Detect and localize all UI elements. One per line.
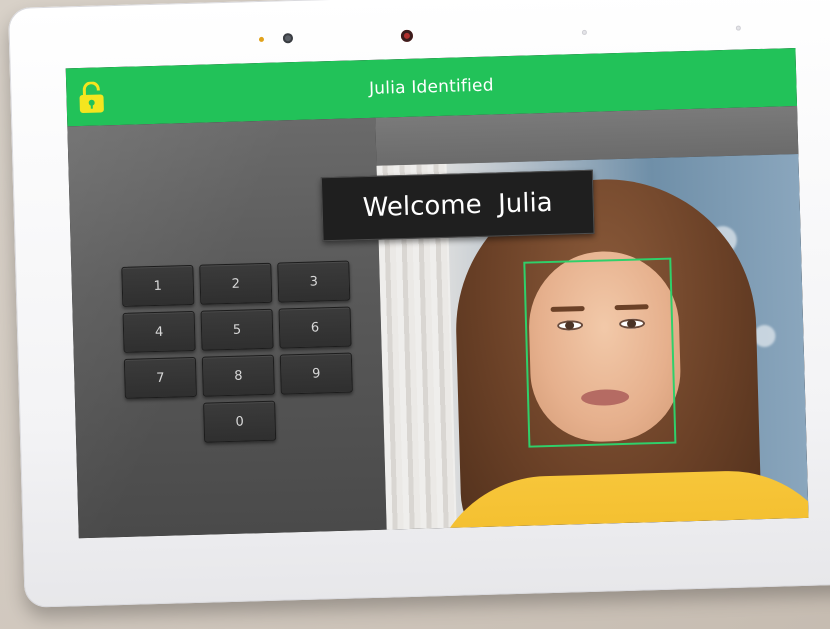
status-led	[258, 36, 265, 43]
wall-tablet-device: Julia Identified Welcome Julia 1 2 3 4 5…	[8, 0, 830, 608]
welcome-banner: Welcome Julia	[320, 169, 595, 242]
header-title: Julia Identified	[368, 75, 494, 99]
proximity-sensor	[581, 29, 587, 35]
microphone-hole	[735, 25, 741, 31]
keypad-key-9[interactable]: 9	[279, 352, 353, 395]
keypad-key-7[interactable]: 7	[123, 356, 197, 399]
keypad-key-4[interactable]: 4	[122, 310, 196, 353]
light-sensor	[282, 33, 294, 44]
keypad-key-2[interactable]: 2	[199, 262, 273, 305]
keypad-key-8[interactable]: 8	[201, 354, 275, 397]
keypad-key-5[interactable]: 5	[200, 308, 274, 351]
unlocked-padlock-icon	[78, 81, 105, 114]
keypad-key-6[interactable]: 6	[278, 306, 352, 349]
keypad-key-1[interactable]: 1	[121, 264, 195, 307]
touch-screen: Julia Identified Welcome Julia 1 2 3 4 5…	[65, 48, 809, 539]
face-detection-box	[523, 257, 677, 448]
keypad-key-0[interactable]: 0	[203, 400, 277, 443]
camera-lens	[400, 29, 414, 43]
keypad-key-3[interactable]: 3	[277, 260, 351, 303]
